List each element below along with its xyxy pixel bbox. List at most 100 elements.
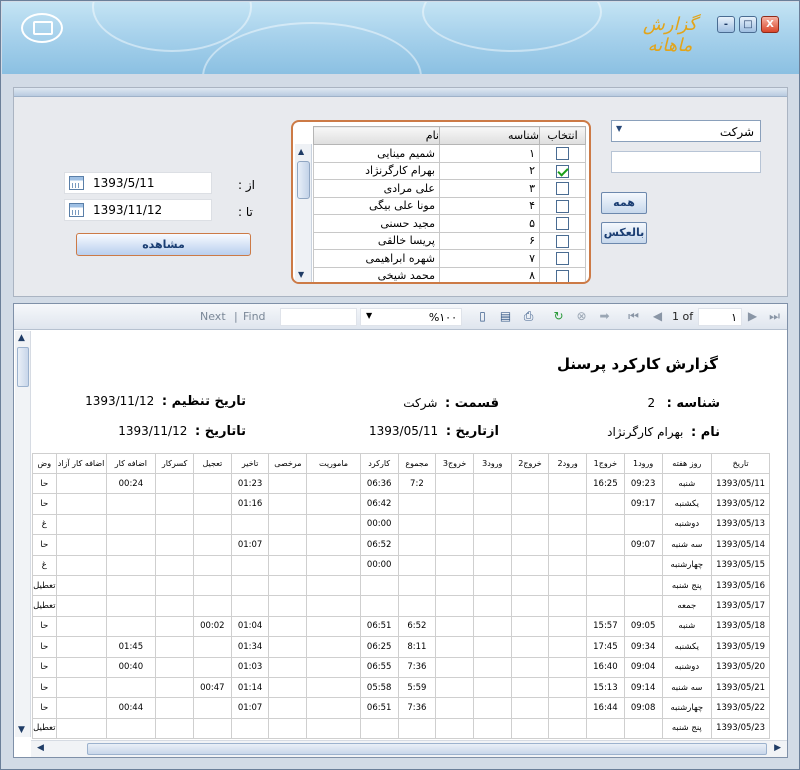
employee-select-cell[interactable] [539, 196, 586, 215]
last-page-icon[interactable]: ⏭ [767, 309, 782, 324]
table-cell [268, 615, 308, 638]
employee-row[interactable]: ۸ محمد شیخی [313, 266, 586, 282]
column-header-select[interactable]: انتخاب [539, 126, 586, 145]
employee-row[interactable]: ۵ مجید حسنی [313, 214, 586, 233]
table-cell [586, 717, 625, 739]
maximize-button[interactable]: □ [739, 16, 757, 33]
table-cell: 1393/05/12 [711, 493, 770, 515]
scroll-right-icon[interactable]: ▶ [774, 743, 781, 753]
table-cell [435, 636, 474, 658]
select-all-button[interactable]: همه [601, 192, 647, 214]
employee-row[interactable]: ۴ مونا علی بیگی [313, 196, 586, 215]
employee-row[interactable]: ۷ شهره ابراهیمی [313, 249, 586, 268]
table-cell: 09:14 [623, 676, 663, 699]
table-cell: دوشنبه [661, 513, 713, 536]
report-vertical-scrollbar[interactable]: ▲ ▼ [15, 331, 31, 737]
calendar-icon[interactable] [69, 203, 84, 217]
employee-checkbox[interactable] [556, 252, 569, 265]
table-cell [472, 513, 512, 536]
employee-checkbox[interactable] [556, 147, 569, 160]
previous-page-icon[interactable]: ◀ [650, 309, 665, 324]
table-cell [435, 595, 474, 617]
panel-header-strip [14, 88, 787, 97]
back-icon[interactable]: ➡ [597, 309, 612, 324]
document-map-icon[interactable]: ▯ [475, 309, 490, 324]
scroll-thumb[interactable] [17, 347, 29, 387]
employee-row[interactable]: ۲ بهرام کارگرنژاد [313, 161, 586, 180]
from-date-field[interactable]: 1393/5/11 [64, 172, 212, 194]
table-cell: 00:00 [359, 513, 399, 536]
stop-icon[interactable]: ⊗ [574, 309, 589, 324]
to-date-field[interactable]: 1393/11/12 [64, 199, 212, 221]
table-cell: چهارشنبه [661, 554, 713, 576]
employee-checkbox[interactable] [556, 164, 569, 178]
scroll-down-icon[interactable]: ▼ [18, 725, 25, 735]
employee-checkbox[interactable] [556, 234, 569, 248]
employee-name-cell: محمد شیخی [313, 266, 440, 282]
table-cell: سه شنبه [661, 676, 713, 699]
company-dropdown[interactable]: شرکت ▼ [611, 120, 761, 142]
page-number-input[interactable]: ۱ [698, 308, 742, 326]
column-header-id[interactable]: شناسه [439, 126, 540, 145]
table-cell [306, 534, 361, 556]
main-window: گزارش ماهانه - □ X شرکت ▼ همه بالعکس ▲ ▼… [0, 0, 800, 770]
scroll-thumb[interactable] [297, 161, 310, 199]
title-bar[interactable]: گزارش ماهانه - □ X [2, 2, 799, 74]
refresh-icon[interactable]: ↻ [551, 309, 566, 324]
table-cell [155, 574, 194, 597]
employee-checkbox[interactable] [556, 217, 569, 230]
scroll-left-icon[interactable]: ◀ [37, 743, 44, 753]
zoom-dropdown[interactable]: ▼ %۱۰۰ [360, 308, 462, 326]
report-page: گزارش کارکرد پرسنل شناسه : 2 قسمت : شرکت… [32, 331, 786, 739]
table-cell [55, 574, 107, 597]
employee-row[interactable]: ۱ شمیم مینایی [313, 144, 586, 163]
find-input[interactable] [280, 308, 357, 326]
employee-name-cell: بهرام کارگرنژاد [313, 161, 440, 180]
report-horizontal-scrollbar[interactable]: ◀ ▶ [31, 740, 787, 757]
employee-checkbox[interactable] [556, 269, 569, 282]
employee-select-cell[interactable] [539, 249, 586, 268]
company-filter-input[interactable] [611, 151, 761, 173]
table-cell: 1393/05/23 [711, 717, 770, 739]
scroll-up-icon[interactable]: ▲ [18, 333, 25, 343]
scroll-up-icon[interactable]: ▲ [298, 147, 304, 156]
table-cell [55, 676, 107, 699]
find-link[interactable]: Find [243, 310, 266, 323]
calendar-icon[interactable] [69, 176, 84, 190]
employee-select-cell[interactable] [539, 266, 586, 282]
employee-checkbox[interactable] [556, 182, 569, 195]
print-icon[interactable]: ⎙ [521, 309, 536, 324]
page-layout-icon[interactable]: ▤ [498, 309, 513, 324]
employee-row[interactable]: ۳ علی مرادی [313, 179, 586, 198]
employee-select-cell[interactable] [539, 161, 586, 180]
column-header-name[interactable]: نام [313, 126, 440, 145]
table-cell: غ [32, 554, 57, 576]
table-cell: 01:07 [230, 534, 270, 556]
employee-select-cell[interactable] [539, 179, 586, 198]
view-report-button[interactable]: مشاهده [76, 233, 251, 256]
employee-row[interactable]: ۶ پریسا خالقی [313, 231, 586, 250]
table-cell: حا [32, 676, 57, 699]
scroll-thumb[interactable] [87, 743, 767, 755]
table-cell [55, 656, 107, 678]
report-dept-value: شرکت [403, 396, 438, 410]
table-cell [192, 534, 232, 556]
minimize-button[interactable]: - [717, 16, 735, 33]
next-page-icon[interactable]: ▶ [745, 309, 760, 324]
table-cell [510, 574, 550, 597]
report-name-row: نام : بهرام کارگرنژاد [607, 425, 720, 440]
scroll-down-icon[interactable]: ▼ [298, 270, 304, 279]
table-cell [55, 554, 107, 576]
invert-selection-button[interactable]: بالعکس [601, 222, 647, 244]
first-page-icon[interactable]: ⏮ [626, 309, 641, 324]
table-cell [155, 472, 194, 495]
close-button[interactable]: X [761, 16, 779, 33]
table-cell: 1393/05/13 [711, 513, 770, 536]
employee-select-cell[interactable] [539, 144, 586, 163]
employee-grid-scrollbar[interactable]: ▲ ▼ [295, 144, 312, 282]
employee-select-cell[interactable] [539, 214, 586, 233]
employee-checkbox[interactable] [556, 199, 569, 213]
employee-select-cell[interactable] [539, 231, 586, 250]
find-next-link[interactable]: Next [200, 310, 226, 323]
table-cell [623, 595, 663, 617]
